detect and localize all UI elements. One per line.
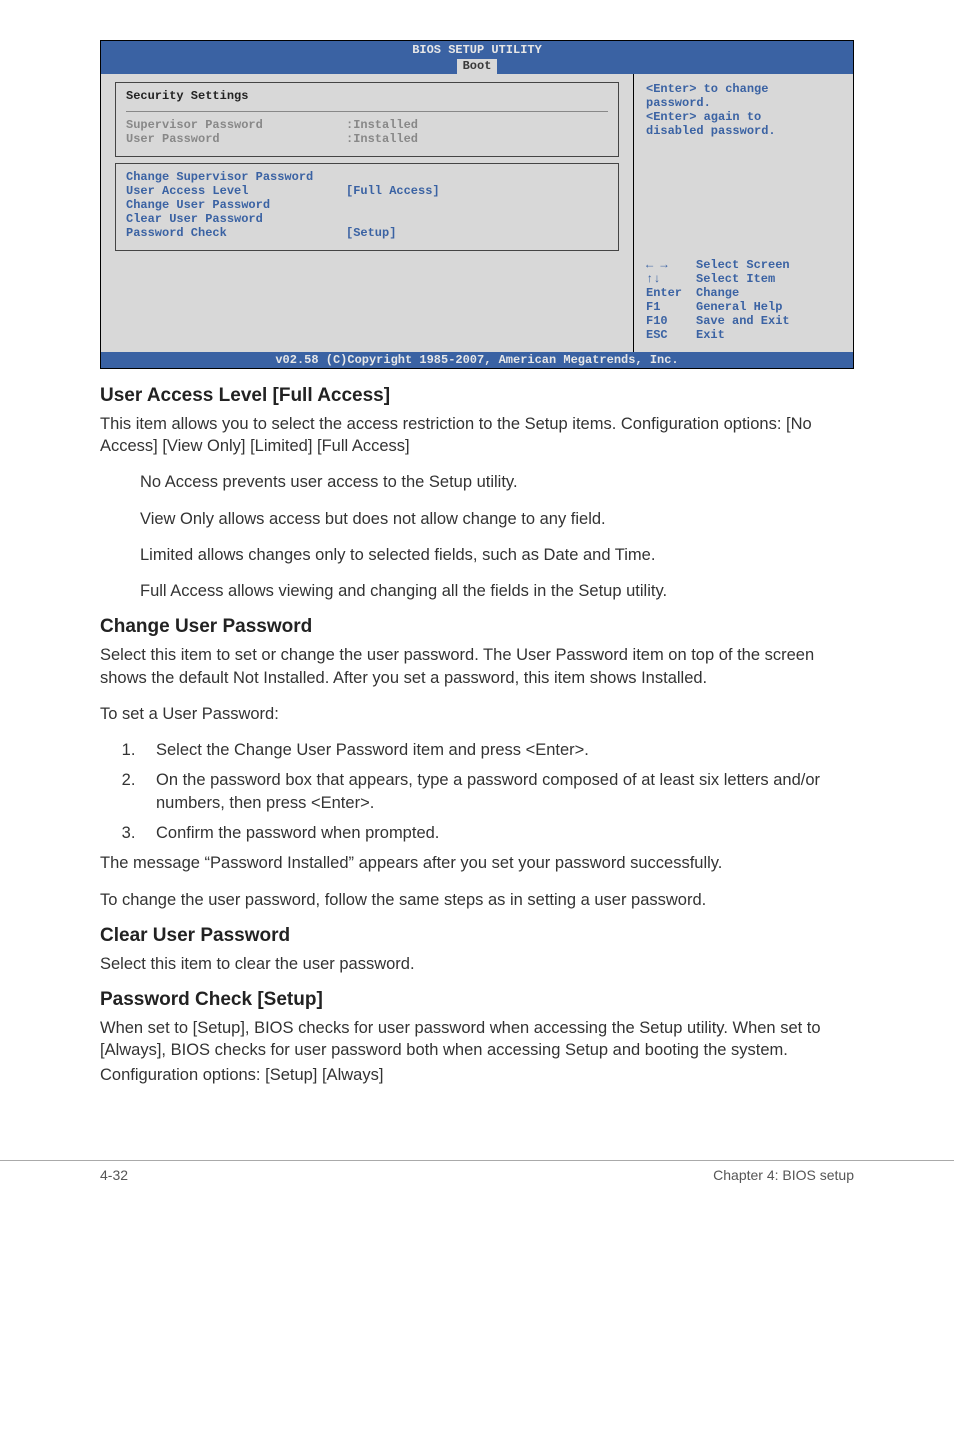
paragraph-limited: Limited allows changes only to selected … bbox=[140, 544, 854, 566]
paragraph-viewonly: View Only allows access but does not all… bbox=[140, 508, 854, 530]
heading-user-access-level: User Access Level [Full Access] bbox=[100, 385, 854, 407]
label: Change User Password bbox=[126, 198, 346, 212]
nav-label: Select Screen bbox=[696, 258, 790, 272]
bios-section-security: Security Settings Supervisor Password :I… bbox=[115, 82, 619, 157]
nav-row: EnterChange bbox=[646, 286, 841, 300]
nav-key: F10 bbox=[646, 314, 696, 328]
nav-key: F1 bbox=[646, 300, 696, 314]
divider bbox=[126, 111, 608, 112]
bios-row-supervisor: Supervisor Password :Installed bbox=[126, 118, 608, 132]
chapter-label: Chapter 4: BIOS setup bbox=[713, 1167, 854, 1183]
bios-left-panel: Security Settings Supervisor Password :I… bbox=[101, 74, 633, 352]
nav-key: Enter bbox=[646, 286, 696, 300]
bios-row-user: User Password :Installed bbox=[126, 132, 608, 146]
label: Supervisor Password bbox=[126, 118, 346, 132]
nav-label: Select Item bbox=[696, 272, 775, 286]
bios-tab: Boot bbox=[457, 59, 498, 73]
heading-change-user-password: Change User Password bbox=[100, 616, 854, 638]
label: User Password bbox=[126, 132, 346, 146]
spacer bbox=[646, 138, 841, 248]
nav-row: F1General Help bbox=[646, 300, 841, 314]
bios-row-clear-user: Clear User Password bbox=[126, 212, 608, 226]
label: Change Supervisor Password bbox=[126, 170, 346, 184]
nav-row: ↑↓Select Item bbox=[646, 272, 841, 286]
paragraph-noaccess: No Access prevents user access to the Se… bbox=[140, 471, 854, 493]
nav-label: Save and Exit bbox=[696, 314, 790, 328]
nav-block: ← →Select Screen ↑↓Select Item EnterChan… bbox=[646, 258, 841, 342]
page-number: 4-32 bbox=[100, 1167, 128, 1183]
bios-section-options: Change Supervisor Password User Access L… bbox=[115, 163, 619, 251]
paragraph: When set to [Setup], BIOS checks for use… bbox=[100, 1017, 854, 1062]
label: User Access Level bbox=[126, 184, 346, 198]
bios-title: BIOS SETUP UTILITY bbox=[101, 43, 853, 57]
paragraph: To change the user password, follow the … bbox=[100, 889, 854, 911]
help-line: password. bbox=[646, 96, 841, 110]
page-content: BIOS SETUP UTILITY Boot Security Setting… bbox=[0, 0, 954, 1140]
paragraph: Select this item to set or change the us… bbox=[100, 644, 854, 689]
value: [Setup] bbox=[346, 226, 396, 240]
nav-label: Exit bbox=[696, 328, 725, 342]
paragraph: This item allows you to select the acces… bbox=[100, 413, 854, 458]
paragraph-fullaccess: Full Access allows viewing and changing … bbox=[140, 580, 854, 602]
paragraph: To set a User Password: bbox=[100, 703, 854, 725]
paragraph: Select this item to clear the user passw… bbox=[100, 953, 854, 975]
list-item: On the password box that appears, type a… bbox=[140, 769, 854, 814]
help-line: disabled password. bbox=[646, 124, 841, 138]
nav-key: ↑↓ bbox=[646, 272, 696, 286]
value: :Installed bbox=[346, 132, 418, 146]
bios-section-title: Security Settings bbox=[126, 89, 608, 103]
nav-row: F10Save and Exit bbox=[646, 314, 841, 328]
list-item: Confirm the password when prompted. bbox=[140, 822, 854, 844]
paragraph: Configuration options: [Setup] [Always] bbox=[100, 1064, 854, 1086]
bios-footer: v02.58 (C)Copyright 1985-2007, American … bbox=[101, 352, 853, 368]
value: [Full Access] bbox=[346, 184, 440, 198]
label: Password Check bbox=[126, 226, 346, 240]
heading-clear-user-password: Clear User Password bbox=[100, 925, 854, 947]
bios-right-panel: <Enter> to change password. <Enter> agai… bbox=[633, 74, 853, 352]
value: :Installed bbox=[346, 118, 418, 132]
bios-row-user-access: User Access Level [Full Access] bbox=[126, 184, 608, 198]
nav-key: ← → bbox=[646, 258, 696, 272]
bios-body: Security Settings Supervisor Password :I… bbox=[101, 74, 853, 352]
help-line: <Enter> to change bbox=[646, 82, 841, 96]
bios-row-password-check: Password Check [Setup] bbox=[126, 226, 608, 240]
nav-row: ESCExit bbox=[646, 328, 841, 342]
label: Clear User Password bbox=[126, 212, 346, 226]
bios-screenshot: BIOS SETUP UTILITY Boot Security Setting… bbox=[100, 40, 854, 369]
bios-header: BIOS SETUP UTILITY Boot bbox=[101, 41, 853, 74]
ordered-list: Select the Change User Password item and… bbox=[140, 739, 854, 844]
page-footer: 4-32 Chapter 4: BIOS setup bbox=[0, 1161, 954, 1203]
nav-label: Change bbox=[696, 286, 739, 300]
nav-label: General Help bbox=[696, 300, 782, 314]
nav-row: ← →Select Screen bbox=[646, 258, 841, 272]
bios-row-change-user: Change User Password bbox=[126, 198, 608, 212]
list-item: Select the Change User Password item and… bbox=[140, 739, 854, 761]
bios-row-change-supervisor: Change Supervisor Password bbox=[126, 170, 608, 184]
heading-password-check: Password Check [Setup] bbox=[100, 989, 854, 1011]
help-line: <Enter> again to bbox=[646, 110, 841, 124]
nav-key: ESC bbox=[646, 328, 696, 342]
paragraph: The message “Password Installed” appears… bbox=[100, 852, 854, 874]
